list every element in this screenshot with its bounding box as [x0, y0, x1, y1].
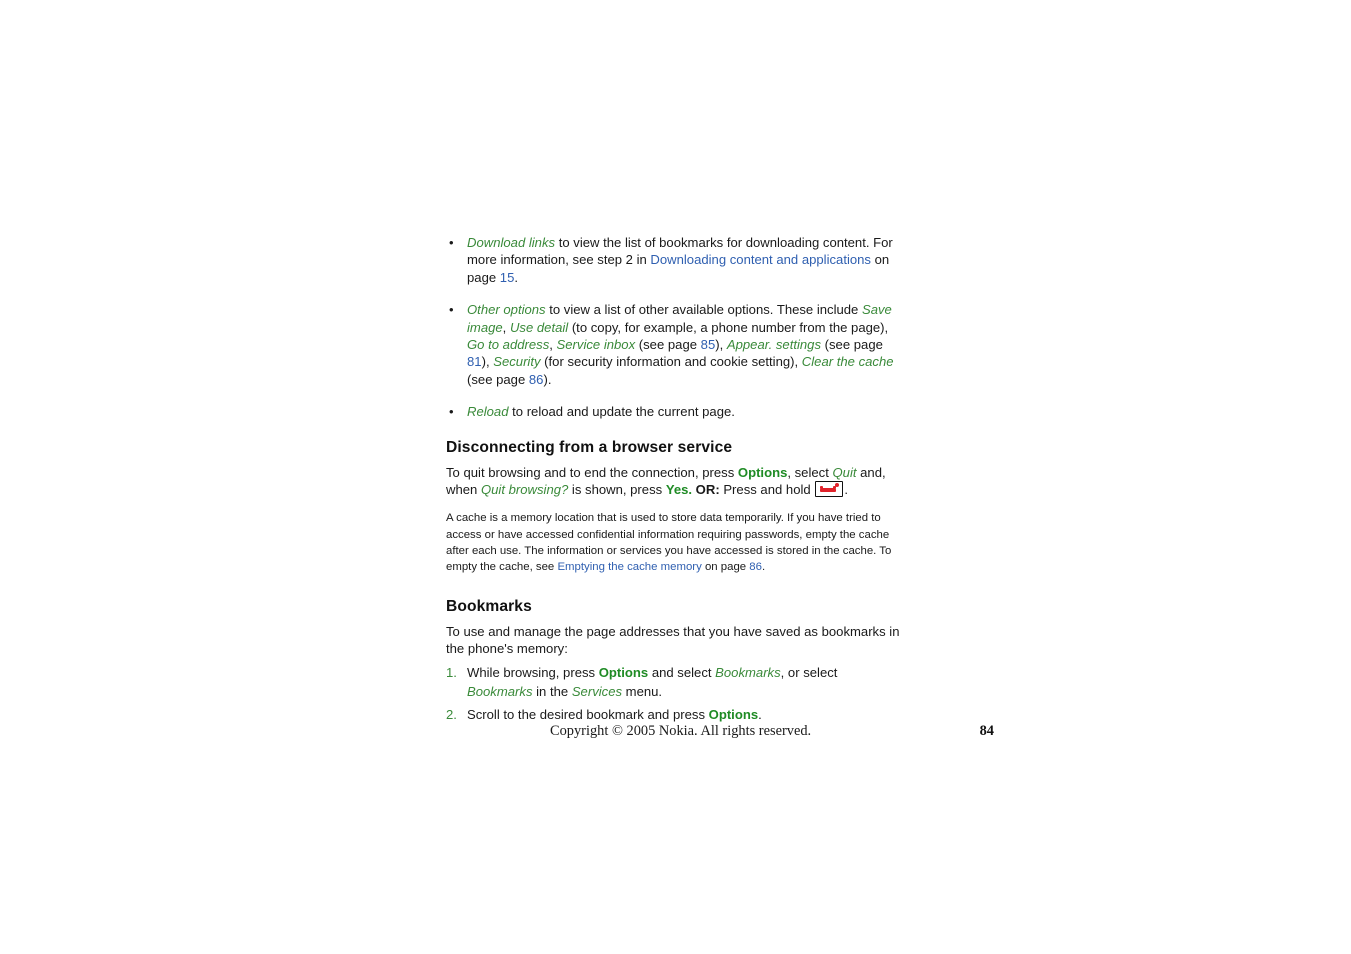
link-page-86[interactable]: 86	[749, 561, 762, 573]
document-page: Download links to view the list of bookm…	[0, 0, 1351, 954]
softkey-options: Options	[598, 664, 649, 680]
bullet-text: ,	[502, 319, 510, 335]
text: in the	[532, 684, 572, 700]
emphasis-or: OR:	[695, 482, 720, 498]
ui-term-security: Security	[493, 354, 541, 370]
bullet-text: to reload and update the current page.	[508, 404, 735, 420]
end-call-key-icon	[815, 481, 844, 498]
text: .	[844, 482, 848, 498]
bullet-text: ).	[543, 371, 552, 387]
text: , select	[787, 464, 833, 480]
page-content: Download links to view the list of bookm…	[446, 234, 902, 725]
list-item: 1. While browsing, press Options and sele…	[446, 663, 902, 703]
bullet-text: (for security information and cookie set…	[540, 354, 802, 370]
link-downloading-content-and-applications[interactable]: Downloading content and applications	[650, 252, 871, 267]
softkey-options: Options	[737, 464, 788, 480]
bullet-text: ),	[481, 354, 494, 370]
bullet-reload: Reload to reload and update the current …	[446, 403, 902, 421]
note-cache-description: A cache is a memory location that is use…	[446, 510, 902, 574]
bullet-text: ),	[715, 337, 727, 353]
heading-disconnecting-from-a-browser-service: Disconnecting from a browser service	[446, 438, 733, 456]
ui-term-quit-browsing-prompt: Quit browsing?	[480, 482, 569, 498]
ui-term-other-options: Other options	[467, 302, 546, 318]
link-page-86[interactable]: 86	[529, 372, 544, 387]
ui-term-use-detail: Use detail	[509, 319, 569, 335]
text: , or select	[780, 664, 838, 680]
ui-term-service-inbox: Service inbox	[556, 337, 636, 353]
bullet-text: (see page	[821, 337, 883, 353]
link-page-15[interactable]: 15	[500, 270, 515, 285]
text: Press and hold	[719, 482, 815, 498]
link-page-85[interactable]: 85	[701, 337, 716, 352]
handset-shape	[820, 486, 837, 493]
bullet-text: .	[514, 269, 518, 285]
step-marker: 1.	[446, 664, 457, 680]
text: menu.	[622, 684, 663, 700]
softkey-yes: Yes.	[665, 482, 693, 498]
ui-term-quit: Quit	[832, 464, 857, 480]
ui-term-reload: Reload	[467, 404, 509, 420]
ui-term-download-links: Download links	[467, 235, 556, 250]
text: .	[761, 560, 766, 573]
text: is shown, press	[568, 482, 666, 498]
bullet-text: to view a list of other available option…	[545, 302, 862, 318]
text: and select	[648, 664, 716, 680]
text: Scroll to the desired bookmark and press	[467, 707, 709, 723]
options-bullet-list: Download links to view the list of bookm…	[446, 234, 902, 421]
softkey-options: Options	[708, 707, 759, 723]
page-number: 84	[979, 723, 994, 739]
ui-term-bookmarks: Bookmarks	[715, 664, 781, 680]
ui-term-appear-settings: Appear. settings	[726, 337, 822, 353]
end-call-dot	[835, 483, 840, 488]
copyright-notice: Copyright © 2005 Nokia. All rights reser…	[550, 723, 812, 739]
bookmarks-steps-list: 1. While browsing, press Options and sele…	[446, 663, 902, 725]
link-emptying-the-cache-memory[interactable]: Emptying the cache memory	[557, 561, 701, 573]
bullet-text: (to copy, for example, a phone number fr…	[568, 319, 889, 335]
ui-term-services: Services	[571, 684, 623, 700]
paragraph-quit-browsing-instructions: To quit browsing and to end the connecti…	[446, 464, 902, 499]
paragraph-bookmarks-intro: To use and manage the page addresses tha…	[446, 623, 900, 657]
text: To quit browsing and to end the connecti…	[446, 464, 738, 480]
ui-term-clear-the-cache: Clear the cache	[801, 354, 894, 370]
bullet-download-links: Download links to view the list of bookm…	[446, 234, 902, 286]
text: on page	[701, 560, 750, 573]
text: While browsing, press	[467, 664, 599, 680]
bullet-text: (see page	[635, 337, 701, 353]
text: .	[758, 707, 762, 723]
heading-bookmarks: Bookmarks	[446, 597, 532, 615]
link-page-81[interactable]: 81	[467, 354, 482, 369]
ui-term-go-to-address: Go to address	[467, 337, 550, 353]
page-footer: Copyright © 2005 Nokia. All rights reser…	[446, 722, 994, 742]
bullet-text: ,	[549, 337, 557, 353]
ui-term-bookmarks: Bookmarks	[467, 684, 533, 700]
bullet-other-options: Other options to view a list of other av…	[446, 301, 902, 388]
bullet-text: (see page	[467, 371, 529, 387]
